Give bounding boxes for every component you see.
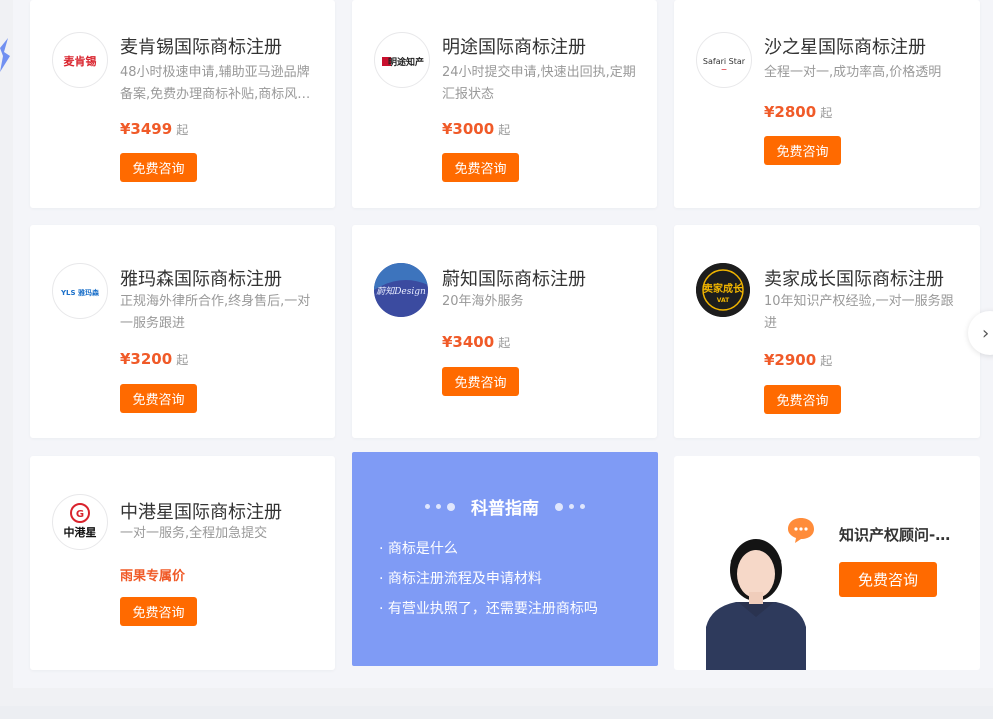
service-card[interactable]: 蔚知Design 蔚知国际商标注册 20年海外服务 ¥3400 起 免费咨询 [352,225,657,438]
consult-button[interactable]: 免费咨询 [764,136,841,165]
card-desc: 一对一服务,全程加急提交 [120,526,268,541]
chat-bubble-icon [788,518,814,543]
card-desc: 24小时提交申请,快速出回执,定期汇报状态 [442,65,636,102]
guide-link[interactable]: · 有营业执照了，还需要注册商标吗 [379,598,598,618]
card-price: ¥3000 起 [442,120,511,138]
dot-icon [569,504,574,509]
guide-header: 科普指南 [352,494,658,519]
logo-text: Safari Star [703,57,746,66]
logo-text: 卖家成长 [703,282,744,295]
service-card[interactable]: G 中港星 中港星国际商标注册 一对一服务,全程加急提交 雨果专属价 免费咨询 [30,456,335,670]
svg-text:VAT: VAT [717,297,730,304]
card-title: 明途国际商标注册 [442,37,586,58]
guide-link[interactable]: · 商标注册流程及申请材料 [379,568,542,588]
promo-label: 雨果专属价 [120,569,186,584]
chevron-right-icon: › [982,322,990,344]
consultant-card: 知识产权顾问-小雨 免费咨询 [674,456,980,670]
service-card[interactable]: 明途知产 明途国际商标注册 24小时提交申请,快速出回执,定期汇报状态 ¥300… [352,0,657,208]
company-logo: 卖家成长 VAT [696,263,750,317]
card-title: 沙之星国际商标注册 [764,37,926,58]
company-logo: YLS 雅玛森 [52,263,108,319]
dot-icon [425,504,430,509]
page-bottom-strip [0,706,993,719]
company-logo: 蔚知Design [374,263,428,317]
card-price: ¥3200 起 [120,350,189,368]
dot-icon [436,504,441,509]
guide-link[interactable]: · 商标是什么 [379,538,458,558]
service-card[interactable]: YLS 雅玛森 雅玛森国际商标注册 正规海外律所合作,终身售后,一对一服务跟进 … [30,225,335,438]
guide-panel: 科普指南 · 商标是什么 · 商标注册流程及申请材料 · 有营业执照了，还需要注… [352,452,658,666]
company-logo: 明途知产 [374,32,430,88]
logo-text: 蔚知Design [376,286,426,297]
logo-text: 中港星 [64,525,97,539]
card-desc: 正规海外律所合作,终身售后,一对一服务跟进 [120,294,311,331]
card-price: ¥2800 起 [764,103,833,121]
card-desc: 20年海外服务 [442,294,524,309]
consult-button[interactable]: 免费咨询 [120,153,197,182]
card-title: 卖家成长国际商标注册 [764,269,944,290]
card-desc: 48小时极速申请,辅助亚马逊品牌备案,免费办理商标补贴,商标风险检测 [120,65,311,102]
logo-text: 明途知产 [388,56,424,68]
logo-text: 麦肯锡 [64,54,97,68]
company-logo: G 中港星 [52,494,108,550]
logo-text: YLS 雅玛森 [60,288,100,297]
decor-bolt-icon [0,38,10,72]
service-card[interactable]: 卖家成长 VAT 卖家成长国际商标注册 10年知识产权经验,一对一服务跟进 ¥2… [674,225,980,438]
consult-button[interactable]: 免费咨询 [442,153,519,182]
card-title: 雅玛森国际商标注册 [120,269,282,290]
company-logo: 麦肯锡 [52,32,108,88]
svg-text:G: G [76,509,84,520]
company-logo: Safari Star ━━ [696,32,752,88]
consult-button[interactable]: 免费咨询 [120,597,197,626]
svg-text:━━: ━━ [721,67,727,72]
card-price: ¥3400 起 [442,333,511,351]
guide-title: 科普指南 [471,499,539,519]
consult-button[interactable]: 免费咨询 [120,384,197,413]
service-card[interactable]: 麦肯锡 麦肯锡国际商标注册 48小时极速申请,辅助亚马逊品牌备案,免费办理商标补… [30,0,335,208]
consult-button[interactable]: 免费咨询 [442,367,519,396]
dot-icon [555,502,563,511]
card-desc: 10年知识产权经验,一对一服务跟进 [764,294,954,331]
card-desc: 全程一对一,成功率高,价格透明 [764,65,942,80]
card-price: ¥3499 起 [120,120,189,138]
service-card[interactable]: Safari Star ━━ 沙之星国际商标注册 全程一对一,成功率高,价格透明… [674,0,980,208]
card-title: 麦肯锡国际商标注册 [120,37,282,58]
dot-icon [580,504,585,509]
service-list: 麦肯锡 麦肯锡国际商标注册 48小时极速申请,辅助亚马逊品牌备案,免费办理商标补… [13,0,993,688]
consult-button[interactable]: 免费咨询 [839,562,937,597]
dot-icon [447,502,455,511]
card-title: 中港星国际商标注册 [120,502,282,523]
consultant-name: 知识产权顾问-小雨 [839,526,964,544]
consult-button[interactable]: 免费咨询 [764,385,841,414]
card-price: ¥2900 起 [764,351,833,369]
card-title: 蔚知国际商标注册 [442,269,586,290]
